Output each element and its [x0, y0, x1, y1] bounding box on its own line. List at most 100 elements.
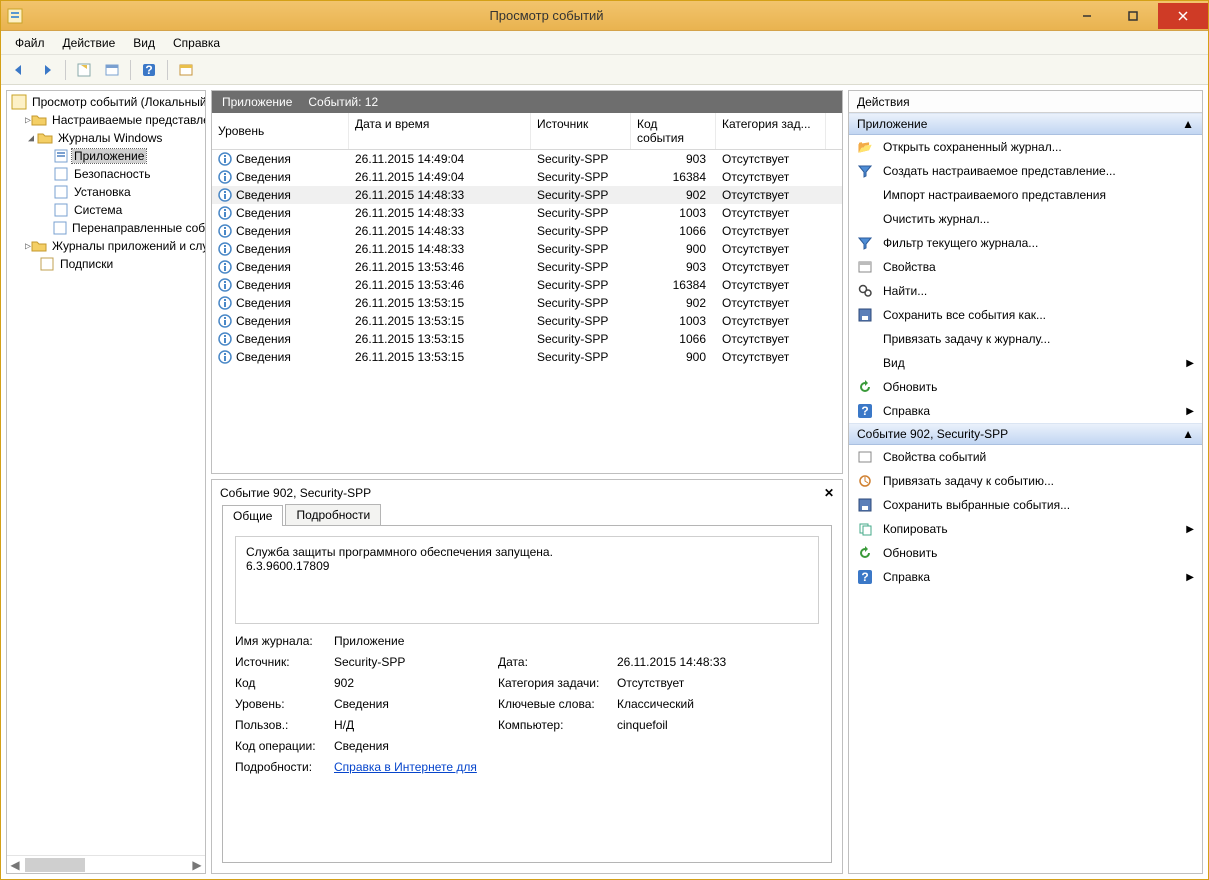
col-category[interactable]: Категория зад...: [716, 113, 826, 149]
action-attach-task-log[interactable]: Привязать задачу к журналу...: [849, 327, 1202, 351]
filter-icon: [857, 235, 873, 251]
action-copy-submenu[interactable]: Копировать▶: [849, 517, 1202, 541]
info-icon: [218, 188, 232, 202]
action-create-custom-view[interactable]: Создать настраиваемое представление...: [849, 159, 1202, 183]
event-row[interactable]: Сведения26.11.2015 14:49:04Security-SPP1…: [212, 168, 842, 186]
action-import-custom-view[interactable]: Импорт настраиваемого представления: [849, 183, 1202, 207]
svg-text:?: ?: [861, 570, 868, 584]
back-button[interactable]: [7, 58, 31, 82]
blank-icon: [857, 187, 873, 203]
action-help-event-submenu[interactable]: ?Справка▶: [849, 565, 1202, 589]
log-icon: [53, 166, 69, 182]
blank-icon: [857, 211, 873, 227]
col-source[interactable]: Источник: [531, 113, 631, 149]
action-view-submenu[interactable]: Вид▶: [849, 351, 1202, 375]
tree-app-service-logs[interactable]: ▷Журналы приложений и служб: [11, 237, 203, 255]
properties-button[interactable]: [100, 58, 124, 82]
tree-log-setup[interactable]: Установка: [11, 183, 203, 201]
action-help-submenu[interactable]: ?Справка▶: [849, 399, 1202, 423]
event-row[interactable]: Сведения26.11.2015 14:49:04Security-SPP9…: [212, 150, 842, 168]
action-refresh[interactable]: Обновить: [849, 375, 1202, 399]
tree-log-security[interactable]: Безопасность: [11, 165, 203, 183]
minimize-button[interactable]: [1064, 3, 1110, 29]
info-icon: [218, 152, 232, 166]
maximize-button[interactable]: [1110, 3, 1156, 29]
event-row[interactable]: Сведения26.11.2015 14:48:33Security-SPP1…: [212, 204, 842, 222]
event-row[interactable]: Сведения26.11.2015 13:53:15Security-SPP9…: [212, 294, 842, 312]
app-window: Просмотр событий Файл Действие Вид Справ…: [0, 0, 1209, 880]
tab-details[interactable]: Подробности: [285, 504, 381, 525]
event-row[interactable]: Сведения26.11.2015 13:53:15Security-SPP1…: [212, 330, 842, 348]
action-refresh-event[interactable]: Обновить: [849, 541, 1202, 565]
action-find[interactable]: Найти...: [849, 279, 1202, 303]
online-help-link[interactable]: Справка в Интернете для: [334, 760, 477, 774]
tree-subscriptions[interactable]: Подписки: [11, 255, 203, 273]
action-save-all-events[interactable]: Сохранить все события как...: [849, 303, 1202, 327]
properties-icon: [857, 449, 873, 465]
event-row[interactable]: Сведения26.11.2015 13:53:15Security-SPP9…: [212, 348, 842, 366]
app-icon: [7, 8, 23, 24]
tree-root[interactable]: Просмотр событий (Локальный): [11, 93, 203, 111]
refresh-icon: [857, 379, 873, 395]
tree-log-application[interactable]: Приложение: [11, 147, 203, 165]
event-row[interactable]: Сведения26.11.2015 14:48:33Security-SPP1…: [212, 222, 842, 240]
toolbar-separator: [130, 60, 131, 80]
log-icon: [53, 184, 69, 200]
tree-log-system[interactable]: Система: [11, 201, 203, 219]
action-attach-task-event[interactable]: Привязать задачу к событию...: [849, 469, 1202, 493]
action-event-properties[interactable]: Свойства событий: [849, 445, 1202, 469]
main-column: Приложение Событий: 12 Уровень Дата и вр…: [211, 90, 843, 874]
tree-custom-views[interactable]: ▷Настраиваемые представления: [11, 111, 203, 129]
action-save-selected-events[interactable]: Сохранить выбранные события...: [849, 493, 1202, 517]
event-row[interactable]: Сведения26.11.2015 13:53:15Security-SPP1…: [212, 312, 842, 330]
subscriptions-icon: [39, 256, 55, 272]
column-headers[interactable]: Уровень Дата и время Источник Код событи…: [212, 113, 842, 150]
blank-icon: [857, 331, 873, 347]
menu-action[interactable]: Действие: [55, 33, 124, 53]
menubar: Файл Действие Вид Справка: [1, 31, 1208, 55]
show-tree-button[interactable]: [72, 58, 96, 82]
action-open-saved-log[interactable]: 📂Открыть сохраненный журнал...: [849, 135, 1202, 159]
toolbar: ?: [1, 55, 1208, 85]
detail-close-button[interactable]: ✕: [824, 486, 834, 500]
menu-help[interactable]: Справка: [165, 33, 228, 53]
actions-header: Действия: [849, 91, 1202, 113]
titlebar: Просмотр событий: [1, 1, 1208, 31]
forward-button[interactable]: [35, 58, 59, 82]
event-row[interactable]: Сведения26.11.2015 14:48:33Security-SPP9…: [212, 186, 842, 204]
event-rows[interactable]: Сведения26.11.2015 14:49:04Security-SPP9…: [212, 150, 842, 473]
tree-pane[interactable]: Просмотр событий (Локальный) ▷Настраивае…: [6, 90, 206, 874]
find-icon: [857, 283, 873, 299]
event-row[interactable]: Сведения26.11.2015 14:48:33Security-SPP9…: [212, 240, 842, 258]
action-clear-log[interactable]: Очистить журнал...: [849, 207, 1202, 231]
col-code[interactable]: Код события: [631, 113, 716, 149]
actions-section-app[interactable]: Приложение▲: [849, 113, 1202, 135]
info-icon: [218, 242, 232, 256]
col-date[interactable]: Дата и время: [349, 113, 531, 149]
tab-general[interactable]: Общие: [222, 505, 283, 526]
tree-windows-logs[interactable]: ◢Журналы Windows: [11, 129, 203, 147]
event-message: Служба защиты программного обеспечения з…: [235, 536, 819, 624]
info-icon: [218, 350, 232, 364]
col-level[interactable]: Уровень: [212, 113, 349, 149]
tree-hscrollbar[interactable]: ◀▶: [7, 855, 205, 873]
event-list-pane: Приложение Событий: 12 Уровень Дата и вр…: [211, 90, 843, 474]
preview-button[interactable]: [174, 58, 198, 82]
event-row[interactable]: Сведения26.11.2015 13:53:46Security-SPP1…: [212, 276, 842, 294]
close-button[interactable]: [1158, 3, 1208, 29]
eventviewer-icon: [11, 94, 27, 110]
action-properties[interactable]: Свойства: [849, 255, 1202, 279]
event-detail-pane: Событие 902, Security-SPP ✕ Общие Подроб…: [211, 479, 843, 874]
help-button[interactable]: ?: [137, 58, 161, 82]
tree-log-forwarded[interactable]: Перенаправленные события: [11, 219, 203, 237]
toolbar-separator: [65, 60, 66, 80]
actions-section-event[interactable]: Событие 902, Security-SPP▲: [849, 423, 1202, 445]
action-filter-current-log[interactable]: Фильтр текущего журнала...: [849, 231, 1202, 255]
event-row[interactable]: Сведения26.11.2015 13:53:46Security-SPP9…: [212, 258, 842, 276]
info-icon: [218, 206, 232, 220]
menu-file[interactable]: Файл: [7, 33, 53, 53]
info-icon: [218, 170, 232, 184]
actions-pane: Действия Приложение▲ 📂Открыть сохраненны…: [848, 90, 1203, 874]
menu-view[interactable]: Вид: [125, 33, 163, 53]
info-icon: [218, 332, 232, 346]
